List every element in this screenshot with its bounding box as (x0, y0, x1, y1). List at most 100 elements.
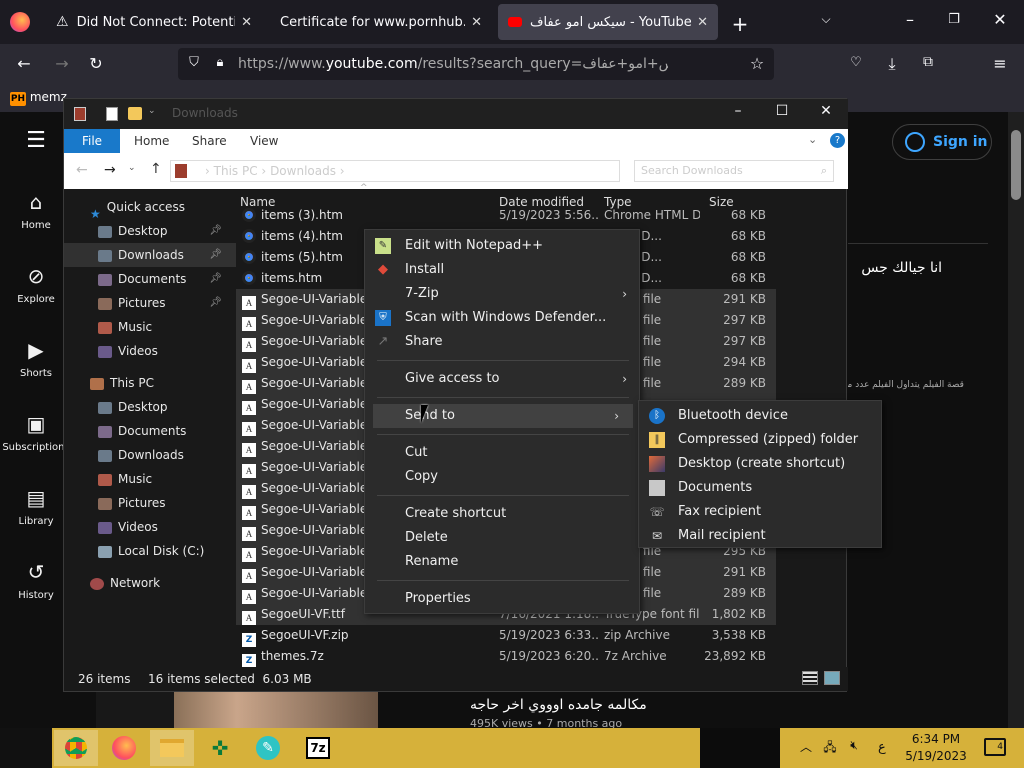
sendto-zip[interactable]: ‖ Compressed (zipped) folder (639, 428, 883, 452)
menu-edit-notepadpp[interactable]: ✎ Edit with Notepad++ (365, 234, 641, 258)
show-hidden-icons-icon[interactable]: ︿ (798, 738, 814, 755)
taskbar-app[interactable]: ✜ (198, 730, 242, 766)
result-title[interactable]: مكالمه جامده اوووي اخر حاجه (470, 697, 670, 713)
file-row[interactable]: Zthemes.7z 5/19/2023 6:20... 7z Archive 23,… (236, 646, 776, 668)
folder-qat-icon[interactable] (128, 107, 142, 120)
sendto-bluetooth[interactable]: ᛒ Bluetooth device (639, 404, 883, 428)
nav-documents[interactable]: Documents 📌︎ (64, 267, 236, 291)
nav-pc-documents[interactable]: Documents (64, 419, 236, 443)
yt-nav-library[interactable]: ▤ Library (0, 486, 72, 527)
menu-give-access[interactable]: Give access to › (365, 367, 641, 391)
video-thumbnail[interactable] (96, 692, 378, 728)
breadcrumb-this-pc[interactable]: This PC (214, 164, 258, 178)
sendto-fax[interactable]: ☏ Fax recipient (639, 500, 883, 524)
maximize-icon[interactable]: ☐ (772, 103, 792, 119)
pocket-icon[interactable]: ♡ (846, 55, 866, 70)
search-box[interactable]: Search Downloads ⌕ (634, 160, 834, 182)
hamburger-menu-icon[interactable]: ☰ (24, 128, 48, 153)
nav-this-pc[interactable]: This PC (64, 371, 236, 395)
nav-network[interactable]: Network (64, 571, 236, 595)
tab-certificate[interactable]: Certificate for www.pornhub.com ✕ (270, 4, 492, 40)
taskbar-chrome[interactable] (54, 730, 98, 766)
sendto-desktop[interactable]: Desktop (create shortcut) (639, 452, 883, 476)
back-icon[interactable]: ← (76, 162, 88, 178)
yt-nav-home[interactable]: ⌂ Home (0, 190, 72, 231)
pin-icon[interactable]: 📌︎ (209, 267, 222, 291)
yt-nav-subscriptions[interactable]: ▣ Subscriptions (0, 412, 72, 453)
nav-quick-access[interactable]: ★ Quick access (64, 195, 236, 221)
menu-send-to[interactable]: Send to › (373, 404, 633, 428)
up-icon[interactable]: ↑ (150, 161, 162, 177)
nav-pc-pictures[interactable]: Pictures (64, 491, 236, 515)
nav-videos[interactable]: Videos (64, 339, 236, 363)
url-bar[interactable]: ⛉ 🔒︎ https://www.youtube.com/results?sea… (178, 48, 774, 80)
clock[interactable]: 6:34 PM 5/19/2023 (900, 731, 972, 765)
address-bar[interactable]: › This PC › Downloads › (170, 160, 620, 182)
qat-dropdown-icon[interactable]: ⌄ (148, 106, 156, 116)
menu-rename[interactable]: Rename (365, 550, 641, 574)
menu-properties[interactable]: Properties (365, 587, 641, 611)
taskbar-paint[interactable]: ✎ (246, 730, 290, 766)
details-view-icon[interactable] (802, 671, 818, 685)
minimize-icon[interactable]: – (900, 10, 920, 29)
downloads-icon[interactable]: ⤓ (882, 54, 902, 74)
menu-icon[interactable]: ≡ (990, 54, 1010, 73)
volume-muted-icon[interactable]: 🔇︎ (846, 738, 862, 753)
pin-icon[interactable]: 📌︎ (209, 219, 222, 243)
menu-7zip[interactable]: 7-Zip › (365, 282, 641, 306)
menu-create-shortcut[interactable]: Create shortcut (365, 502, 641, 526)
new-tab-icon[interactable]: + (730, 12, 750, 36)
bookmark-memz[interactable]: PH memz (10, 90, 67, 106)
minimize-icon[interactable]: – (728, 103, 748, 119)
menu-delete[interactable]: Delete (365, 526, 641, 550)
nav-downloads[interactable]: Downloads 📌︎ (64, 243, 236, 267)
yt-nav-explore[interactable]: ⊘ Explore (0, 264, 72, 305)
nav-music[interactable]: Music (64, 315, 236, 339)
ribbon-expand-icon[interactable]: ⌄ (808, 133, 817, 146)
nav-pc-music[interactable]: Music (64, 467, 236, 491)
input-language[interactable]: ع (878, 740, 886, 755)
taskbar-7zip[interactable]: 7z (296, 730, 340, 766)
nav-pictures[interactable]: Pictures 📌︎ (64, 291, 236, 315)
menu-scan-defender[interactable]: ⛨ Scan with Windows Defender... (365, 306, 641, 330)
help-icon[interactable]: ? (830, 133, 845, 148)
recent-dropdown-icon[interactable]: ⌄ (128, 163, 136, 173)
yt-nav-history[interactable]: ↺ History (0, 560, 72, 601)
close-tab-icon[interactable]: ✕ (241, 15, 252, 30)
ribbon-tab-home[interactable]: Home (122, 129, 181, 153)
firefox-logo-icon[interactable] (10, 12, 30, 32)
sign-in-button[interactable]: Sign in (892, 124, 992, 160)
network-tray-icon[interactable]: 🖧 (822, 738, 838, 759)
close-icon[interactable]: ✕ (816, 103, 836, 119)
ribbon-tab-share[interactable]: Share (180, 129, 239, 153)
extensions-icon[interactable]: ⧉ (918, 54, 938, 70)
file-row[interactable]: Z SegoeUI-VF.zip 5/19/2023 6:33... zip Arch… (236, 625, 776, 647)
scrollbar[interactable] (1008, 112, 1024, 728)
nav-desktop[interactable]: Desktop 📌︎ (64, 219, 236, 243)
nav-local-disk[interactable]: Local Disk (C:) (64, 539, 236, 563)
taskbar-file-explorer[interactable] (150, 730, 194, 766)
nav-pc-downloads[interactable]: Downloads (64, 443, 236, 467)
bookmark-star-icon[interactable]: ☆ (748, 54, 766, 73)
forward-icon[interactable]: → (52, 54, 72, 73)
properties-qat-icon[interactable] (106, 107, 118, 121)
close-window-icon[interactable]: ✕ (990, 10, 1010, 29)
menu-share[interactable]: ↗ Share (365, 330, 641, 354)
tab-did-not-connect[interactable]: ⚠ Did Not Connect: Potential Se ✕ (46, 4, 262, 40)
nav-pc-videos[interactable]: Videos (64, 515, 236, 539)
breadcrumb-downloads[interactable]: Downloads (270, 164, 336, 178)
menu-cut[interactable]: Cut (365, 441, 641, 465)
menu-install[interactable]: ◆ Install (365, 258, 641, 282)
url-text[interactable]: https://www.youtube.com/results?search_q… (238, 56, 668, 72)
notification-center-icon[interactable]: 4 (984, 738, 1006, 756)
taskbar-firefox[interactable] (102, 730, 146, 766)
list-tabs-icon[interactable]: ⌵ (816, 12, 836, 27)
pin-icon[interactable]: 📌︎ (209, 243, 222, 267)
forward-icon[interactable]: → (104, 162, 116, 178)
reload-icon[interactable]: ↻ (86, 54, 106, 73)
lock-icon[interactable]: 🔒︎ (212, 55, 228, 70)
pin-icon[interactable]: 📌︎ (209, 291, 222, 315)
large-icons-view-icon[interactable] (824, 671, 840, 685)
menu-copy[interactable]: Copy (365, 465, 641, 489)
back-icon[interactable]: ← (14, 54, 34, 73)
